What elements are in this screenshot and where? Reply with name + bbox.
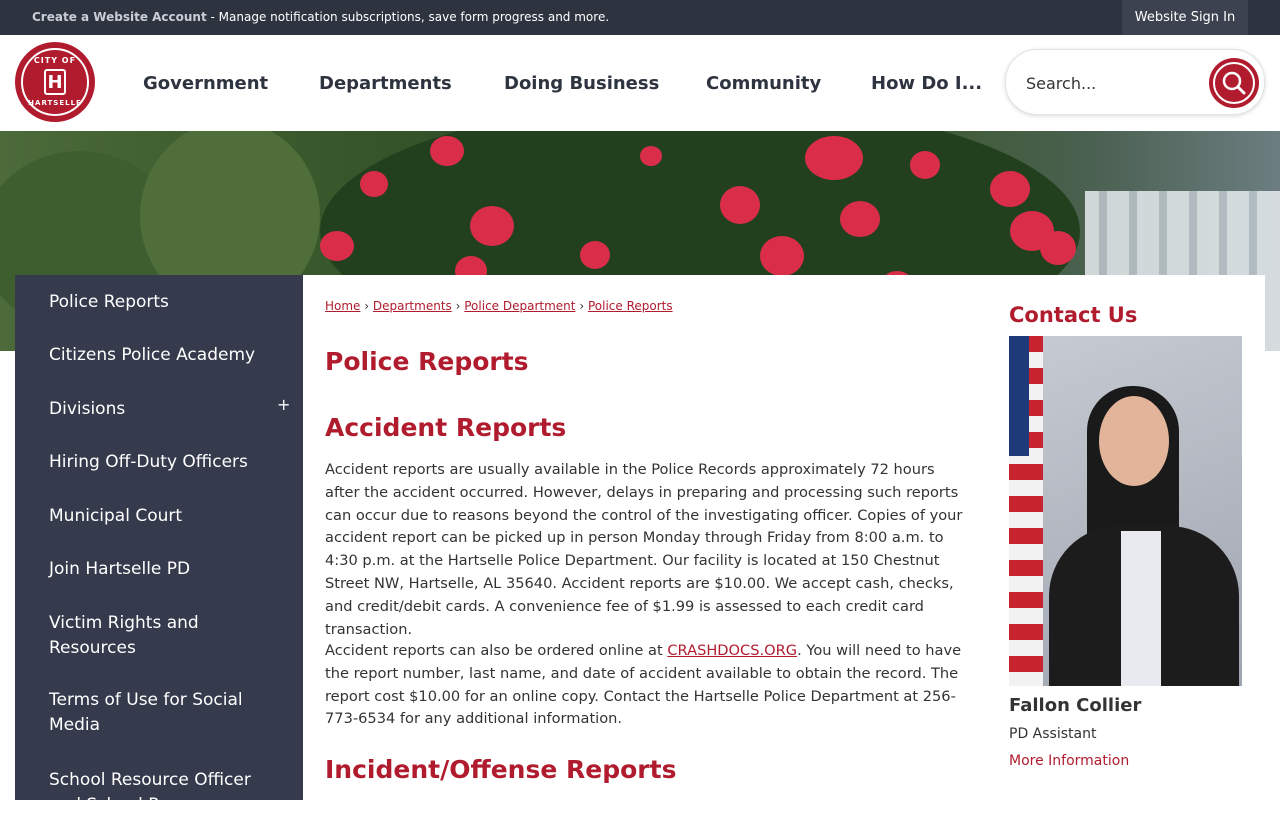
hero-flower: [640, 146, 662, 166]
search-box: [1005, 49, 1265, 115]
sidebar-item-join-hartselle-pd[interactable]: Join Hartselle PD: [49, 557, 269, 582]
account-message-text: - Manage notification subscriptions, sav…: [206, 10, 610, 24]
hero-flower: [430, 136, 464, 166]
utility-bar: Create a Website Account - Manage notifi…: [0, 0, 1280, 35]
account-message: Create a Website Account - Manage notifi…: [32, 10, 609, 24]
breadcrumb: Home › Departments › Police Department ›…: [325, 299, 673, 313]
website-sign-in-button[interactable]: Website Sign In: [1122, 0, 1248, 35]
breadcrumb-departments[interactable]: Departments: [373, 299, 452, 313]
hero-flower: [1040, 231, 1076, 265]
hero-flower: [320, 231, 354, 261]
page-title: Police Reports: [325, 347, 529, 376]
nav-government[interactable]: Government: [143, 35, 268, 131]
hero-flower: [360, 171, 388, 197]
sidebar-item-terms-of-use[interactable]: Terms of Use for Social Media: [49, 688, 259, 738]
online-order-text-start: Accident reports can also be ordered onl…: [325, 642, 668, 659]
breadcrumb-separator: ›: [455, 299, 461, 313]
portrait-shirt: [1121, 531, 1161, 686]
sidebar-item-victim-rights[interactable]: Victim Rights and Resources: [49, 611, 239, 661]
accident-reports-heading: Accident Reports: [325, 413, 567, 442]
section-sidebar: Police Reports Citizens Police Academy D…: [15, 275, 303, 815]
sidebar-item-divisions[interactable]: Divisions: [49, 397, 269, 422]
hero-flower: [720, 186, 760, 224]
incident-reports-heading: Incident/Offense Reports: [325, 755, 677, 784]
contact-role: PD Assistant: [1009, 726, 1097, 742]
hero-flower: [760, 236, 804, 276]
contact-us-heading: Contact Us: [1009, 303, 1138, 327]
breadcrumb-police-department[interactable]: Police Department: [464, 299, 575, 313]
flag-canton: [1009, 336, 1029, 456]
breadcrumb-separator: ›: [579, 299, 585, 313]
logo-letter: H: [44, 69, 66, 95]
hero-flower: [470, 206, 514, 246]
accident-reports-paragraph: Accident reports are usually available i…: [325, 461, 963, 638]
search-input[interactable]: [1024, 70, 1198, 96]
contact-name: Fallon Collier: [1009, 695, 1142, 716]
online-order-paragraph: Accident reports can also be ordered onl…: [325, 640, 965, 731]
city-logo[interactable]: CITY OF H HARTSELLE: [15, 42, 95, 122]
hero-flower: [990, 171, 1030, 207]
expand-icon[interactable]: +: [277, 395, 290, 414]
more-information-link[interactable]: More Information: [1009, 753, 1129, 769]
logo-text-top: CITY OF: [33, 56, 77, 65]
hero-flower: [910, 151, 940, 179]
nav-doing-business[interactable]: Doing Business: [504, 35, 659, 131]
breadcrumb-home[interactable]: Home: [325, 299, 360, 313]
search-icon: [1222, 71, 1246, 95]
sidebar-item-citizens-police-academy[interactable]: Citizens Police Academy: [49, 343, 269, 368]
sidebar-item-hiring-off-duty-officers[interactable]: Hiring Off-Duty Officers: [49, 450, 269, 475]
logo-text-bottom: HARTSELLE: [28, 99, 82, 107]
hero-flower: [840, 201, 880, 237]
site-header: CITY OF H HARTSELLE Government Departmen…: [0, 35, 1280, 131]
flag-graphic: [1009, 336, 1043, 686]
breadcrumb-separator: ›: [364, 299, 370, 313]
nav-departments[interactable]: Departments: [319, 35, 452, 131]
sidebar-item-municipal-court[interactable]: Municipal Court: [49, 504, 269, 529]
crashdocs-link[interactable]: CRASHDOCS.ORG: [667, 642, 797, 659]
hero-flower: [580, 241, 610, 269]
create-account-link[interactable]: Create a Website Account: [32, 10, 207, 24]
portrait-face: [1099, 396, 1169, 486]
nav-how-do-i[interactable]: How Do I...: [871, 35, 982, 131]
sidebar-item-police-reports[interactable]: Police Reports: [49, 290, 269, 315]
search-button[interactable]: [1209, 58, 1259, 108]
nav-community[interactable]: Community: [706, 35, 821, 131]
sidebar-item-school-resource-officer[interactable]: School Resource Officer and School Resou…: [49, 768, 259, 818]
breadcrumb-police-reports[interactable]: Police Reports: [588, 299, 673, 313]
contact-photo: [1009, 336, 1242, 686]
hero-flower: [805, 136, 863, 180]
